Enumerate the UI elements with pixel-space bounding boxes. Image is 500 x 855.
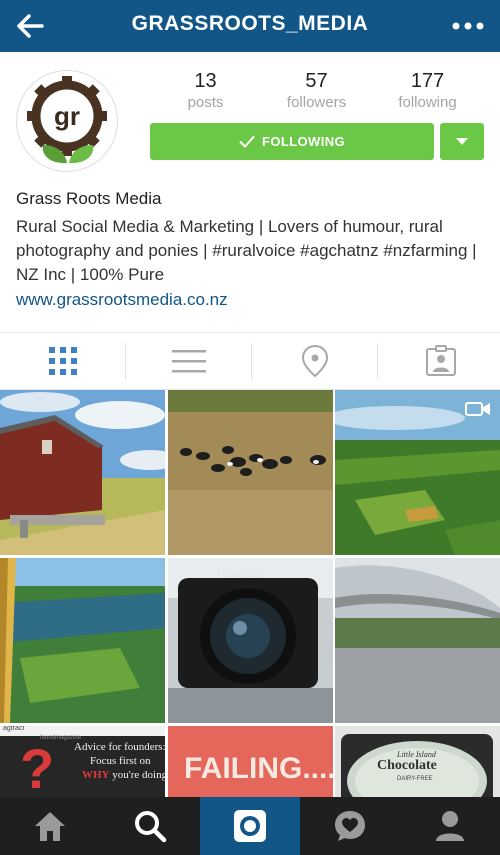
- stat-followers[interactable]: 57 followers: [261, 70, 372, 111]
- location-pin-icon: [301, 344, 328, 378]
- post-thumbnail-failing[interactable]: FAILING.....: [168, 726, 333, 797]
- stat-posts-label: posts: [187, 94, 224, 111]
- more-options-icon[interactable]: [450, 14, 486, 38]
- nav-activity[interactable]: [300, 797, 400, 855]
- svg-text:gr: gr: [54, 101, 80, 131]
- caret-down-icon: [456, 138, 468, 145]
- stat-following-value: 177: [410, 70, 445, 92]
- nav-profile[interactable]: [400, 797, 500, 855]
- checkmark-icon: [239, 135, 255, 147]
- nav-camera[interactable]: [200, 797, 300, 855]
- profile-full-name: Grass Roots Media: [16, 189, 162, 208]
- stat-followers-label: followers: [286, 94, 347, 111]
- profile-username-title: GRASSROOTS_MEDIA: [131, 12, 369, 35]
- bottom-navigation: [0, 797, 500, 855]
- stat-followers-value: 57: [305, 70, 328, 92]
- camera-icon: [234, 810, 266, 842]
- nav-explore[interactable]: [100, 797, 200, 855]
- post-thumbnail-canon-camera[interactable]: [168, 558, 333, 723]
- stat-posts-value: 13: [194, 70, 217, 92]
- search-icon: [135, 811, 167, 843]
- repost-username: agtract: [3, 726, 25, 732]
- chocolate-brand-main: Chocolate: [377, 758, 437, 773]
- advice-highlight: WHY: [82, 769, 110, 781]
- tagged-person-icon: [425, 345, 456, 376]
- avatar[interactable]: gr: [16, 70, 118, 172]
- photo-grid: Canon ? agtract foundmagazine Advice for…: [0, 390, 500, 797]
- post-thumbnail-advice-founders[interactable]: ? agtract foundmagazine Advice for found…: [0, 726, 165, 797]
- post-thumbnail-plane-window[interactable]: [335, 558, 500, 723]
- top-bar: GRASSROOTS_MEDIA: [0, 0, 500, 52]
- advice-line-3-rest: you're doing: [109, 769, 165, 781]
- advice-line-1: Advice for founders:: [74, 741, 165, 753]
- stat-following-label: following: [398, 94, 457, 111]
- post-thumbnail-red-barn[interactable]: [0, 390, 165, 555]
- profile-section: gr 13 posts 57 followers 177 following F…: [0, 52, 500, 332]
- canon-brand-text: Canon: [222, 566, 260, 580]
- heart-bubble-icon: [335, 811, 365, 841]
- advice-line-2: Focus first on: [90, 755, 151, 767]
- tab-grid-view[interactable]: [0, 333, 125, 389]
- failing-text: FAILING.....: [184, 752, 333, 785]
- list-icon: [171, 350, 206, 373]
- profile-stats: 13 posts 57 followers 177 following: [150, 70, 484, 120]
- following-button-label: FOLLOWING: [261, 134, 346, 149]
- nav-home[interactable]: [0, 797, 100, 855]
- grid-icon: [48, 347, 77, 375]
- video-camera-icon: [465, 400, 491, 418]
- svg-text:?: ?: [20, 737, 54, 797]
- tab-tagged-photos[interactable]: [378, 333, 500, 389]
- post-thumbnail-cows-field[interactable]: [168, 390, 333, 555]
- stat-following[interactable]: 177 following: [372, 70, 483, 111]
- person-icon: [436, 811, 464, 841]
- profile-website-link[interactable]: www.grassrootsmedia.co.nz: [16, 290, 228, 310]
- tab-list-view[interactable]: [126, 333, 251, 389]
- home-icon: [35, 812, 65, 841]
- profile-view-tabs: [0, 332, 500, 390]
- suggestions-dropdown-button[interactable]: [440, 123, 484, 160]
- profile-bio: Rural Social Media & Marketing | Lovers …: [16, 217, 477, 284]
- tab-map-view[interactable]: [252, 333, 377, 389]
- stat-posts[interactable]: 13 posts: [150, 70, 261, 111]
- post-thumbnail-aerial-view[interactable]: [0, 558, 165, 723]
- advice-line-3: WHY you're doing: [82, 769, 165, 781]
- chocolate-brand-sub: DAIRY-FREE: [397, 776, 433, 782]
- following-button[interactable]: FOLLOWING: [150, 123, 434, 160]
- post-thumbnail-chocolate[interactable]: Little Island Chocolate DAIRY-FREE: [335, 726, 500, 797]
